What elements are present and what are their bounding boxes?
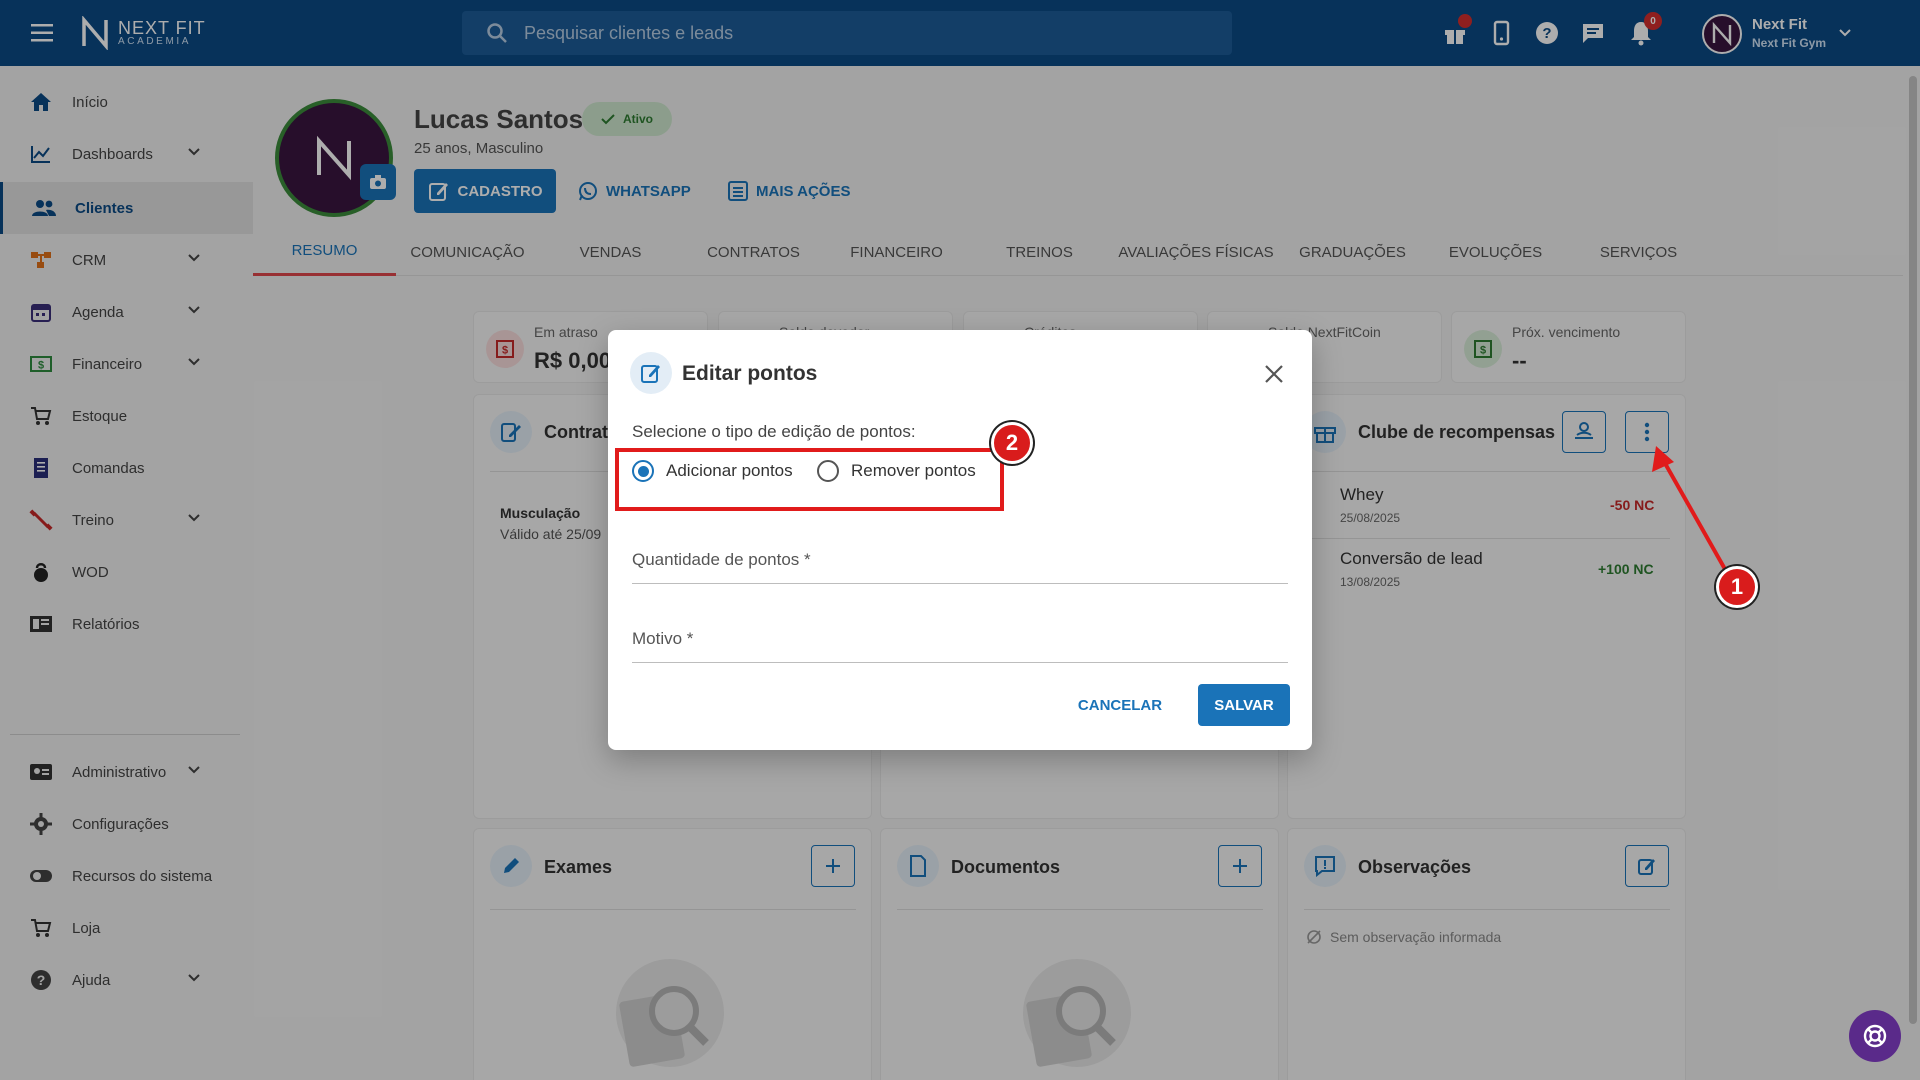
lifebuoy-icon — [1863, 1024, 1887, 1048]
quantity-field-label: Quantidade de pontos * — [632, 550, 811, 569]
annotation-highlight-box — [615, 448, 1004, 511]
annotation-marker-1: 1 — [1716, 566, 1758, 608]
edit-icon — [630, 352, 672, 394]
edit-points-dialog: Editar pontos Selecione o tipo de edição… — [608, 330, 1312, 750]
help-chat-fab[interactable] — [1849, 1010, 1901, 1062]
save-button[interactable]: SALVAR — [1198, 684, 1290, 726]
close-icon[interactable] — [1260, 360, 1288, 388]
reason-field-label: Motivo * — [632, 629, 694, 648]
points-type-question: Selecione o tipo de edição de pontos: — [632, 422, 916, 441]
quantity-field[interactable]: Quantidade de pontos * — [632, 536, 1288, 584]
annotation-marker-2: 2 — [991, 422, 1033, 464]
reason-field[interactable]: Motivo * — [632, 615, 1288, 663]
dialog-title: Editar pontos — [682, 362, 818, 385]
cancel-button[interactable]: CANCELAR — [1070, 684, 1170, 726]
